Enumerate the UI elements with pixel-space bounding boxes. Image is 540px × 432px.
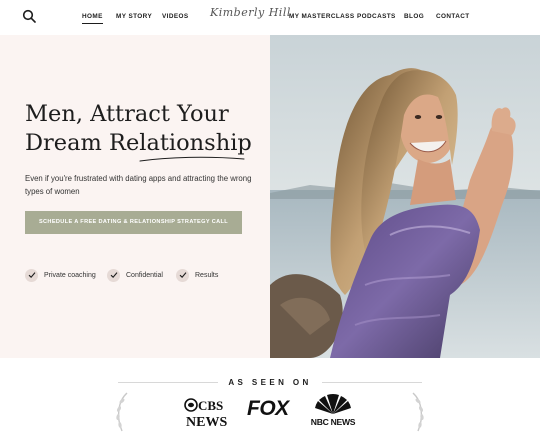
feature-private-coaching: Private coaching [25,268,96,282]
cbs-logo-text: CBS [198,398,223,413]
check-icon [25,268,38,282]
headline-line-1: Men, Attract Your [25,101,229,127]
search-icon[interactable] [22,9,36,23]
nav-contact[interactable]: CONTACT [436,13,470,20]
check-icon [107,268,120,282]
hero-subtext: Even if you're frustrated with dating ap… [25,174,252,196]
woman-portrait-image [270,35,540,358]
nav-blog[interactable]: BLOG [404,13,424,20]
nav-masterclass[interactable]: MY MASTERCLASS [289,13,355,20]
feature-label: Results [195,271,219,279]
nav-videos[interactable]: VIDEOS [162,13,189,20]
nav-podcasts[interactable]: PODCASTS [357,13,396,20]
nav-home[interactable]: HOME [82,13,103,24]
laurel-right-icon [412,392,424,432]
hero-headline: Men, Attract Your Dream Relationship [25,100,265,158]
as-seen-on-title: AS SEEN ON [228,378,312,387]
laurel-left-icon [116,392,128,432]
hero-photo [270,35,540,358]
feature-label: Private coaching [44,271,96,279]
headline-underline-swash [139,156,245,162]
feature-label: Confidential [126,271,163,279]
site-header: HOME MY STORY VIDEOS Kimberly Hill MY MA… [0,0,540,35]
nbc-news-logo-text: NBC NEWS [310,417,356,427]
nav-my-story[interactable]: MY STORY [116,13,152,20]
check-icon [176,268,189,282]
cbs-news-logo-text: NEWS [186,415,227,428]
cbs-news-logo: CBS NEWS [184,398,227,428]
fox-logo: FOX [247,397,289,420]
schedule-call-button[interactable]: SCHEDULE A FREE DATING & RELATIONSHIP ST… [25,211,242,234]
feature-results: Results [176,268,218,282]
feature-confidential: Confidential [107,268,163,282]
site-logo[interactable]: Kimberly Hill [210,6,291,19]
